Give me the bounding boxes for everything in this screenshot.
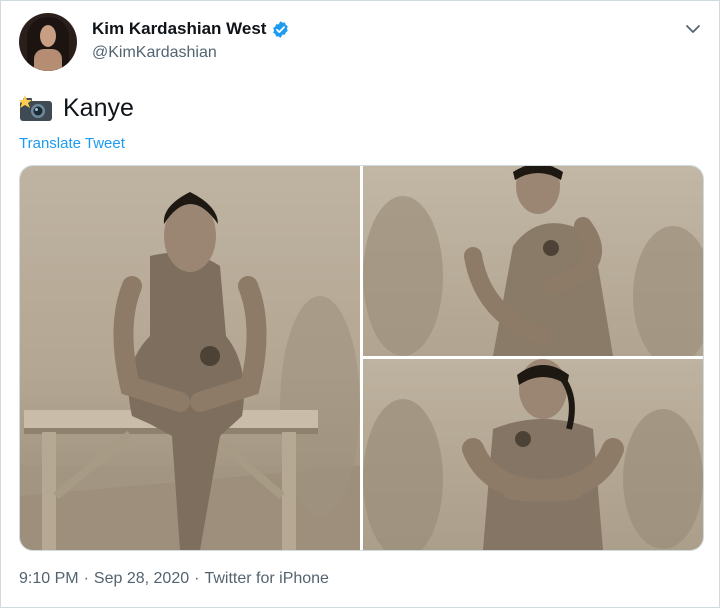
camera-with-flash-icon [19, 95, 52, 121]
tweet-date[interactable]: Sep 28, 2020 [94, 570, 189, 587]
tweet-time[interactable]: 9:10 PM [19, 570, 79, 587]
author-handle[interactable]: @KimKardashian [92, 44, 217, 62]
photo-3[interactable] [363, 359, 703, 550]
separator: · [194, 570, 200, 587]
tweet-body: Kanye [63, 93, 134, 122]
separator: · [83, 570, 89, 587]
photo-2-image [363, 166, 703, 356]
photo-1-image [20, 192, 360, 550]
media-grid [19, 165, 704, 551]
photo-3-image [363, 359, 703, 550]
author-name-row: Kim Kardashian West [92, 19, 290, 39]
photo-1[interactable] [20, 166, 360, 550]
tweet-card: Kim Kardashian West @KimKardashian Kanye… [0, 0, 720, 608]
tweet-source[interactable]: Twitter for iPhone [204, 570, 329, 587]
photo-2[interactable] [363, 166, 703, 356]
chevron-down-icon[interactable] [683, 19, 703, 39]
tweet-text: Kanye [19, 93, 134, 123]
tweet-metadata: 9:10 PM · Sep 28, 2020 · Twitter for iPhone [19, 570, 329, 588]
display-name[interactable]: Kim Kardashian West [92, 19, 266, 39]
verified-badge-icon [273, 20, 289, 38]
translate-tweet-link[interactable]: Translate Tweet [19, 135, 125, 152]
avatar[interactable] [19, 13, 77, 71]
